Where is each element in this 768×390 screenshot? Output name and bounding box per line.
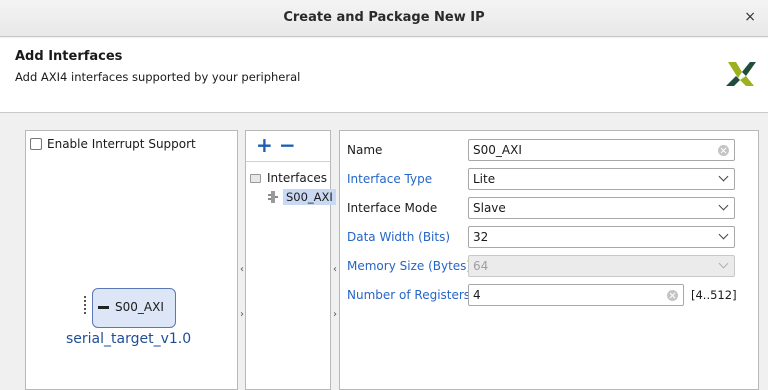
num-registers-range: [4..512]	[691, 288, 737, 302]
interface-mode-select[interactable]: Slave	[468, 197, 735, 219]
title-bar: Create and Package New IP ×	[0, 0, 768, 37]
num-registers-input[interactable]: 4	[468, 284, 684, 306]
page-subtitle: Add AXI4 interfaces supported by your pe…	[15, 70, 301, 84]
data-width-label: Data Width (Bits)	[347, 230, 451, 244]
interface-type-select[interactable]: Lite	[468, 168, 735, 190]
xilinx-logo-icon	[726, 62, 756, 86]
close-icon[interactable]: ×	[744, 10, 756, 24]
data-width-value: 32	[473, 230, 489, 244]
interfaces-folder-label: Interfaces	[267, 171, 327, 185]
data-width-select[interactable]: 32	[468, 226, 735, 248]
expand-right-arrow-icon[interactable]: ›	[333, 309, 337, 320]
data-width-row: Data Width (Bits) 32	[340, 225, 758, 249]
memory-size-label: Memory Size (Bytes)	[347, 259, 472, 273]
ip-name-label: serial_target_v1.0	[66, 331, 192, 347]
interface-port-icon	[268, 191, 278, 203]
enable-interrupt-checkbox[interactable]	[30, 138, 42, 150]
num-registers-value: 4	[473, 288, 481, 302]
clear-icon[interactable]	[667, 290, 678, 301]
interface-type-row: Interface Type Lite	[340, 167, 758, 191]
drag-handle-icon	[82, 296, 88, 318]
interfaces-folder[interactable]: Interfaces	[250, 171, 327, 185]
chevron-down-icon	[718, 229, 729, 240]
expand-right-arrow-icon[interactable]: ›	[240, 309, 244, 320]
memory-size-value: 64	[473, 259, 489, 273]
collapse-left-arrow-icon[interactable]: ‹	[333, 264, 337, 275]
tree-item-s00-axi[interactable]: S00_AXI	[268, 189, 336, 205]
add-interface-button[interactable]: +	[256, 135, 273, 155]
interface-mode-row: Interface Mode Slave	[340, 196, 758, 220]
page-title: Add Interfaces	[15, 49, 123, 64]
chevron-down-icon	[718, 258, 729, 269]
num-registers-row: Number of Registers 4 [4..512]	[340, 283, 758, 307]
tree-item-label: S00_AXI	[283, 189, 336, 205]
enable-interrupt-checkbox-row[interactable]: Enable Interrupt Support	[30, 137, 196, 151]
divider	[246, 161, 330, 162]
page-header: Add Interfaces Add AXI4 interfaces suppo…	[0, 38, 768, 113]
interface-type-label: Interface Type	[347, 172, 433, 186]
interface-mode-value: Slave	[473, 201, 506, 215]
enable-interrupt-label: Enable Interrupt Support	[47, 137, 196, 151]
name-row: Name S00_AXI	[340, 138, 758, 162]
name-label: Name	[347, 143, 383, 157]
memory-size-select: 64	[468, 255, 735, 277]
window-title: Create and Package New IP	[283, 10, 485, 25]
interface-mode-label: Interface Mode	[347, 201, 438, 215]
collapse-left-arrow-icon[interactable]: ‹	[240, 264, 244, 275]
chevron-down-icon	[718, 200, 729, 211]
interfaces-panel: + − Interfaces S00_AXI	[245, 130, 336, 390]
interface-port-label: S00_AXI	[115, 300, 164, 314]
folder-icon	[250, 173, 261, 183]
memory-size-row: Memory Size (Bytes) 64	[340, 254, 758, 278]
name-input[interactable]: S00_AXI	[468, 139, 735, 161]
interface-properties-panel: Name S00_AXI Interface Type Lite Interfa…	[339, 130, 759, 390]
collapse-icon[interactable]	[98, 306, 109, 309]
name-value: S00_AXI	[473, 143, 522, 157]
ip-symbol-panel: Enable Interrupt Support S00_AXI serial_…	[25, 130, 238, 390]
interface-port[interactable]: S00_AXI	[92, 288, 176, 328]
clear-icon[interactable]	[718, 145, 729, 156]
remove-interface-button[interactable]: −	[279, 135, 296, 155]
num-registers-label: Number of Registers	[347, 288, 471, 302]
chevron-down-icon	[718, 171, 729, 182]
interface-type-value: Lite	[473, 172, 496, 186]
